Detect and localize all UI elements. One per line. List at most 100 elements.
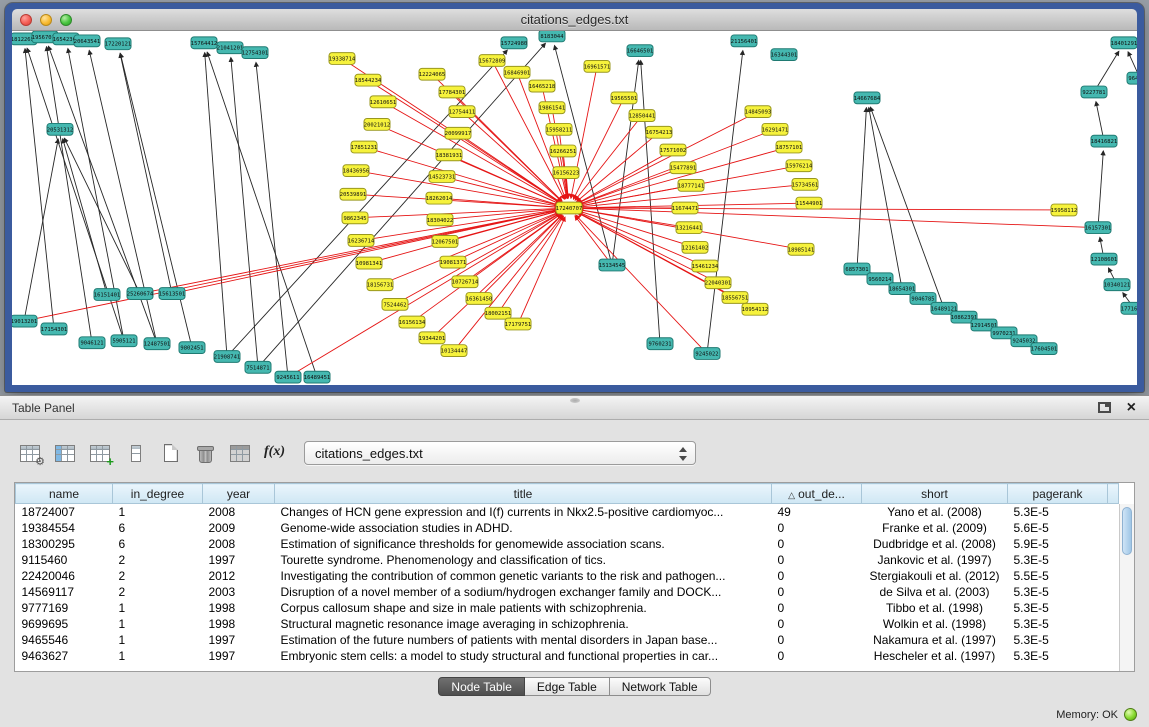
window-close-button[interactable] [20, 14, 32, 26]
citation-edge-black[interactable] [46, 47, 92, 343]
cell-out_degree[interactable]: 0 [772, 584, 862, 600]
citation-edge-black[interactable] [64, 138, 140, 293]
graph-node[interactable]: 18436956 [343, 165, 369, 177]
graph-node[interactable]: 10954112 [742, 303, 768, 315]
cell-title[interactable]: Corpus callosum shape and size in male p… [275, 600, 772, 616]
cell-pagerank[interactable]: 5.6E-5 [1008, 520, 1108, 536]
cell-pagerank[interactable]: 5.3E-5 [1008, 600, 1108, 616]
graph-node[interactable]: 16361450 [466, 293, 492, 305]
citation-edge-black[interactable] [231, 58, 258, 368]
graph-node[interactable]: 17851231 [351, 141, 377, 153]
cell-in_degree[interactable]: 1 [113, 600, 203, 616]
graph-node[interactable]: 15477891 [670, 162, 696, 174]
graph-node[interactable]: 9245611 [275, 371, 301, 383]
cell-year[interactable]: 2003 [203, 584, 275, 600]
citation-edge-black[interactable] [25, 49, 54, 329]
graph-node[interactable]: 14845093 [745, 106, 771, 118]
citation-edge-black[interactable] [205, 53, 227, 357]
table-row[interactable]: 1830029562008Estimation of significance … [16, 536, 1119, 552]
cell-name[interactable]: 9463627 [16, 648, 113, 664]
cell-out_degree[interactable]: 0 [772, 520, 862, 536]
table-selector[interactable]: citations_edges.txt [304, 441, 696, 465]
graph-node[interactable]: 21908741 [214, 351, 240, 363]
cell-title[interactable]: Embryonic stem cells: a model to study s… [275, 648, 772, 664]
scrollbar-thumb[interactable] [1122, 507, 1132, 555]
cell-short[interactable]: Hescheler et al. (1997) [862, 648, 1008, 664]
graph-node[interactable]: 18556751 [722, 292, 748, 304]
citation-edge-black[interactable] [612, 60, 639, 265]
cell-short[interactable]: Dudbridge et al. (2008) [862, 536, 1008, 552]
graph-node[interactable]: 16156134 [399, 316, 426, 328]
cell-name[interactable]: 9465546 [16, 632, 113, 648]
cell-title[interactable]: Estimation of significance thresholds fo… [275, 536, 772, 552]
cell-name[interactable]: 14569117 [16, 584, 113, 600]
graph-node[interactable]: 7524462 [382, 298, 408, 310]
delete-column-icon[interactable] [121, 440, 149, 466]
column-header-year[interactable]: year [203, 484, 275, 504]
graph-node[interactable]: 17220121 [105, 38, 131, 50]
cell-short[interactable]: Jankovic et al. (1997) [862, 552, 1008, 568]
citation-edge-black[interactable] [1098, 151, 1103, 228]
network-graph[interactable]: 1724070719338714185442341261065120021012… [12, 31, 1137, 385]
graph-node[interactable]: 14667684 [854, 92, 881, 104]
table-mode-icon[interactable]: ⚙ [16, 440, 44, 466]
graph-node[interactable]: 17571002 [660, 144, 686, 156]
column-header-pagerank[interactable]: pagerank [1008, 484, 1108, 504]
cell-short[interactable]: Stergiakouli et al. (2012) [862, 568, 1008, 584]
graph-node[interactable]: 15734561 [792, 179, 818, 191]
function-builder-icon[interactable]: f(x) [261, 440, 289, 466]
graph-node[interactable]: 21156401 [731, 35, 757, 47]
graph-node[interactable]: 18985141 [788, 243, 814, 255]
graph-node[interactable]: 9560214 [867, 273, 893, 285]
graph-node[interactable]: 18401291 [1111, 37, 1137, 49]
graph-node[interactable]: 5905121 [111, 335, 137, 347]
graph-node[interactable]: 16961571 [584, 61, 610, 73]
cell-name[interactable]: 18300295 [16, 536, 113, 552]
cell-pagerank[interactable]: 5.3E-5 [1008, 504, 1108, 520]
graph-node[interactable]: 25260674 [127, 288, 154, 300]
cell-title[interactable]: Changes of HCN gene expression and I(f) … [275, 504, 772, 520]
graph-node[interactable]: 18002151 [485, 307, 511, 319]
graph-node[interactable]: 18304022 [427, 214, 453, 226]
citation-edge-black[interactable] [857, 108, 866, 269]
graph-node[interactable]: 17716341 [1121, 302, 1137, 314]
cell-in_degree[interactable]: 1 [113, 632, 203, 648]
graph-node[interactable]: 15461234 [692, 260, 719, 272]
graph-node[interactable]: 12754301 [242, 47, 268, 59]
close-panel-icon[interactable]: × [1127, 398, 1136, 418]
column-header-in_degree[interactable]: in_degree [113, 484, 203, 504]
tab-edge-table[interactable]: Edge Table [525, 677, 610, 696]
vertical-scrollbar[interactable] [1119, 504, 1134, 671]
cell-name[interactable]: 22420046 [16, 568, 113, 584]
window-titlebar[interactable]: citations_edges.txt [12, 9, 1137, 31]
graph-node[interactable]: 18757101 [776, 141, 802, 153]
graph-node[interactable]: 20643541 [74, 35, 100, 47]
graph-node[interactable]: 16151401 [94, 289, 120, 301]
citation-edge-black[interactable] [24, 139, 58, 321]
table-row[interactable]: 911546021997Tourette syndrome. Phenomeno… [16, 552, 1119, 568]
graph-node[interactable]: 9227781 [1081, 86, 1107, 98]
create-column-icon[interactable]: + [86, 440, 114, 466]
graph-node[interactable]: 17154301 [41, 323, 67, 335]
graph-node[interactable]: 12754411 [449, 106, 475, 118]
graph-node[interactable]: 16465218 [529, 80, 555, 92]
cell-title[interactable]: Tourette syndrome. Phenomenology and cla… [275, 552, 772, 568]
citation-edge-red[interactable] [368, 80, 561, 202]
graph-node[interactable]: 15958211 [546, 123, 572, 135]
graph-node[interactable]: 11674471 [672, 202, 698, 214]
citation-edge-red[interactable] [518, 217, 565, 324]
graph-node[interactable]: 18416821 [1091, 135, 1117, 147]
panel-resize-grip[interactable] [570, 398, 580, 403]
graph-node[interactable]: 12487501 [144, 338, 170, 350]
network-canvas[interactable]: 1724070719338714185442341261065120021012… [12, 31, 1137, 385]
cell-in_degree[interactable]: 1 [113, 616, 203, 632]
cell-year[interactable]: 2008 [203, 504, 275, 520]
cell-out_degree[interactable]: 0 [772, 600, 862, 616]
tab-network-table[interactable]: Network Table [610, 677, 711, 696]
graph-node[interactable]: 15724980 [501, 37, 527, 49]
graph-node[interactable]: 16157301 [1085, 222, 1111, 234]
graph-node[interactable]: 6857301 [844, 263, 870, 275]
graph-node[interactable]: 18544234 [355, 74, 382, 86]
cell-pagerank[interactable]: 5.3E-5 [1008, 584, 1108, 600]
graph-node[interactable]: 16236714 [348, 235, 375, 247]
